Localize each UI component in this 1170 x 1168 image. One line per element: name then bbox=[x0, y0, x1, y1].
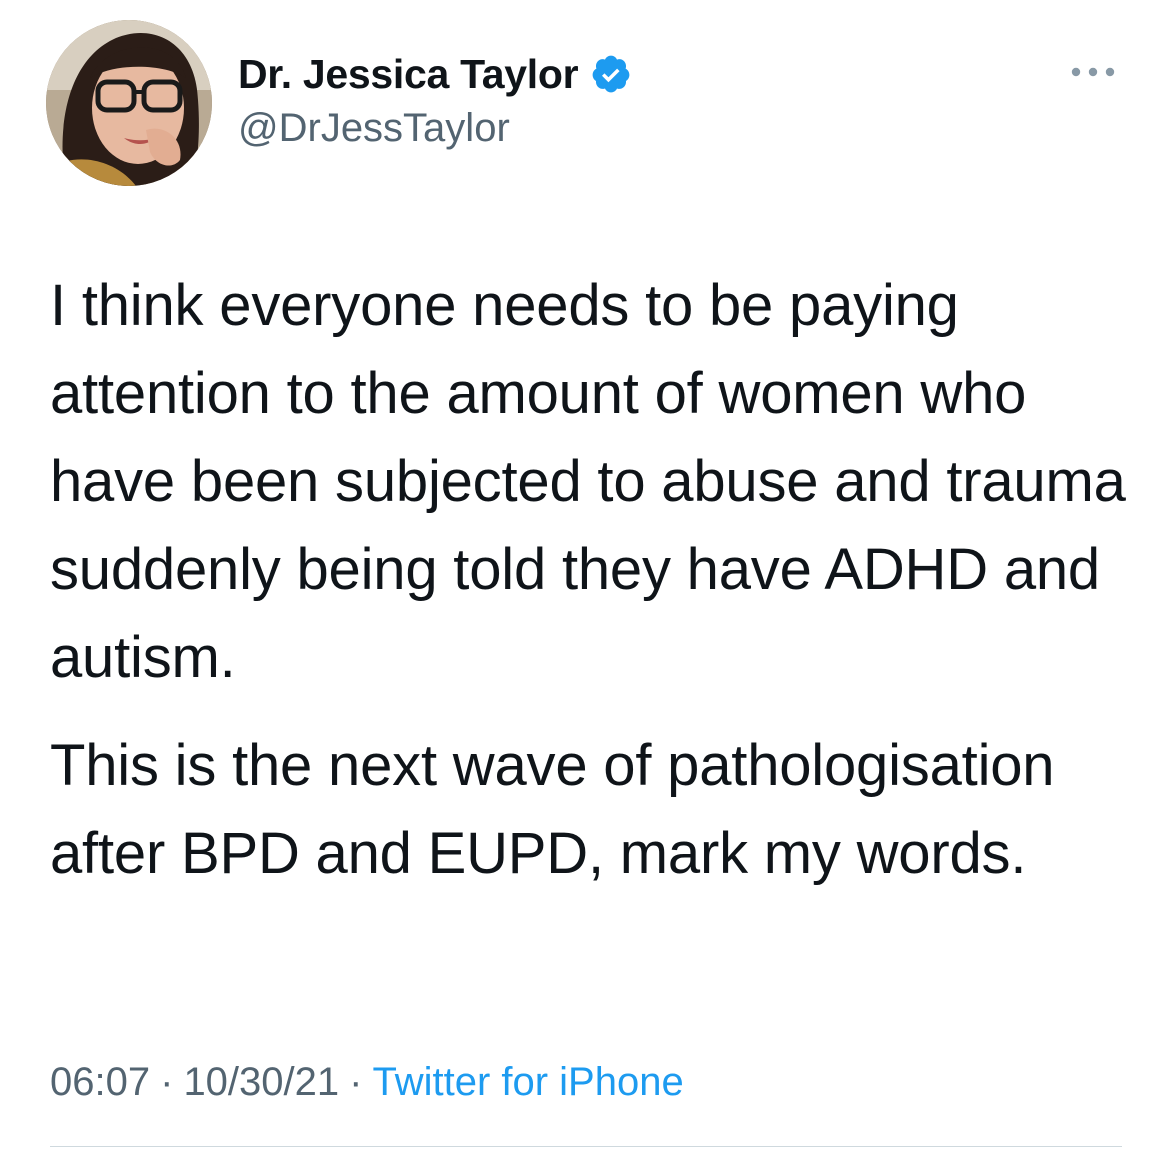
avatar-image bbox=[46, 20, 212, 186]
tweet-paragraph: I think everyone needs to be paying atte… bbox=[50, 273, 1126, 690]
author-display-name[interactable]: Dr. Jessica Taylor bbox=[238, 51, 579, 98]
tweet-metadata: 06:07 · 10/30/21 · Twitter for iPhone bbox=[50, 1052, 684, 1112]
tweet-paragraph: This is the next wave of pathologisation… bbox=[50, 733, 1055, 886]
author-name-row: Dr. Jessica Taylor bbox=[238, 46, 632, 102]
verified-badge-icon bbox=[592, 55, 630, 93]
tweet-time[interactable]: 06:07 bbox=[50, 1060, 150, 1104]
meta-separator: · bbox=[349, 1060, 363, 1104]
tweet-date[interactable]: 10/30/21 bbox=[183, 1060, 339, 1104]
avatar[interactable] bbox=[46, 20, 212, 186]
divider bbox=[50, 1146, 1122, 1147]
author-handle[interactable]: @DrJessTaylor bbox=[238, 106, 510, 151]
more-options-icon[interactable] bbox=[1068, 62, 1118, 82]
tweet-source-link[interactable]: Twitter for iPhone bbox=[372, 1060, 683, 1104]
tweet-text: I think everyone needs to be paying atte… bbox=[50, 262, 1140, 898]
tweet: Dr. Jessica Taylor @DrJessTaylor I think… bbox=[0, 0, 1170, 1168]
meta-separator: · bbox=[160, 1060, 174, 1104]
